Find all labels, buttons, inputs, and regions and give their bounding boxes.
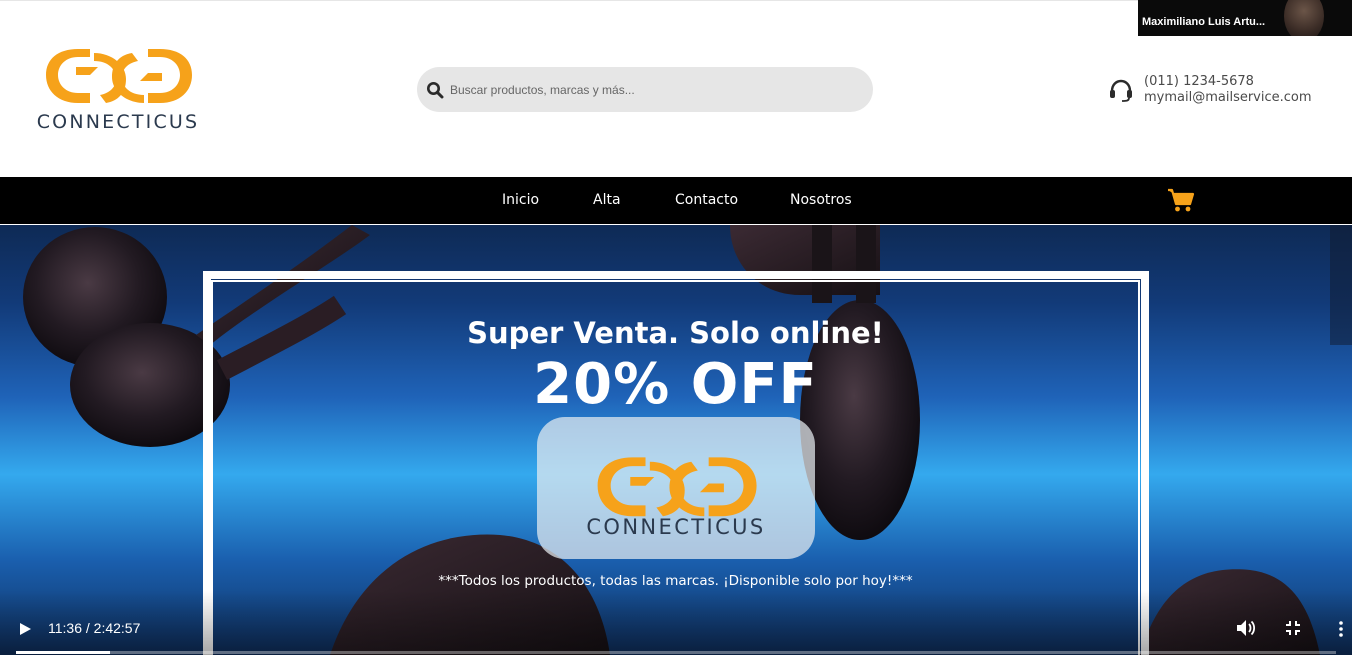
volume-icon[interactable] xyxy=(1236,619,1256,637)
video-progress-bar[interactable] xyxy=(16,651,1336,654)
nav-item-inicio[interactable]: Inicio xyxy=(502,192,539,208)
video-controls: 11:36 / 2:42:57 xyxy=(0,590,1352,655)
nav-item-contacto[interactable]: Contacto xyxy=(675,192,738,208)
cart-icon[interactable] xyxy=(1167,187,1195,213)
brand-logo[interactable]: CONNECTICUS xyxy=(28,45,208,135)
search-icon[interactable] xyxy=(426,81,444,99)
promo-logo-card: CONNECTICUS xyxy=(537,417,815,559)
nav-item-nosotros[interactable]: Nosotros xyxy=(790,192,852,208)
contact-info: (011) 1234-5678 mymail@mailservice.com xyxy=(1108,73,1318,109)
contact-phone: (011) 1234-5678 xyxy=(1144,74,1254,89)
headset-icon xyxy=(1110,79,1132,102)
video-time: 11:36 / 2:42:57 xyxy=(48,620,141,636)
webcam-participant-name: Maximiliano Luis Artu... xyxy=(1142,16,1266,28)
search-input[interactable] xyxy=(450,82,850,97)
more-options-icon[interactable] xyxy=(1337,620,1345,638)
webcam-person-image xyxy=(1284,0,1324,36)
search-bar[interactable] xyxy=(417,67,873,112)
exit-fullscreen-icon[interactable] xyxy=(1286,621,1300,635)
video-progress-fill xyxy=(16,651,110,654)
contact-email[interactable]: mymail@mailservice.com xyxy=(1144,90,1312,105)
promo-headline: Super Venta. Solo online! xyxy=(467,316,884,350)
main-nav: Inicio Alta Contacto Nosotros xyxy=(0,177,1352,224)
webcam-overlay: Maximiliano Luis Artu... xyxy=(1138,0,1352,36)
brand-logo-mark xyxy=(46,49,192,103)
page: CONNECTICUS (011) 1234-5678 mymail@mails… xyxy=(0,0,1352,655)
play-icon[interactable] xyxy=(18,622,32,636)
promo-discount: 20% OFF xyxy=(533,352,818,417)
brand-logo-text: CONNECTICUS xyxy=(36,111,200,133)
nav-item-alta[interactable]: Alta xyxy=(593,192,621,208)
promo-tagline: ***Todos los productos, todas las marcas… xyxy=(438,573,913,589)
promo-logo-text: CONNECTICUS xyxy=(586,515,766,539)
